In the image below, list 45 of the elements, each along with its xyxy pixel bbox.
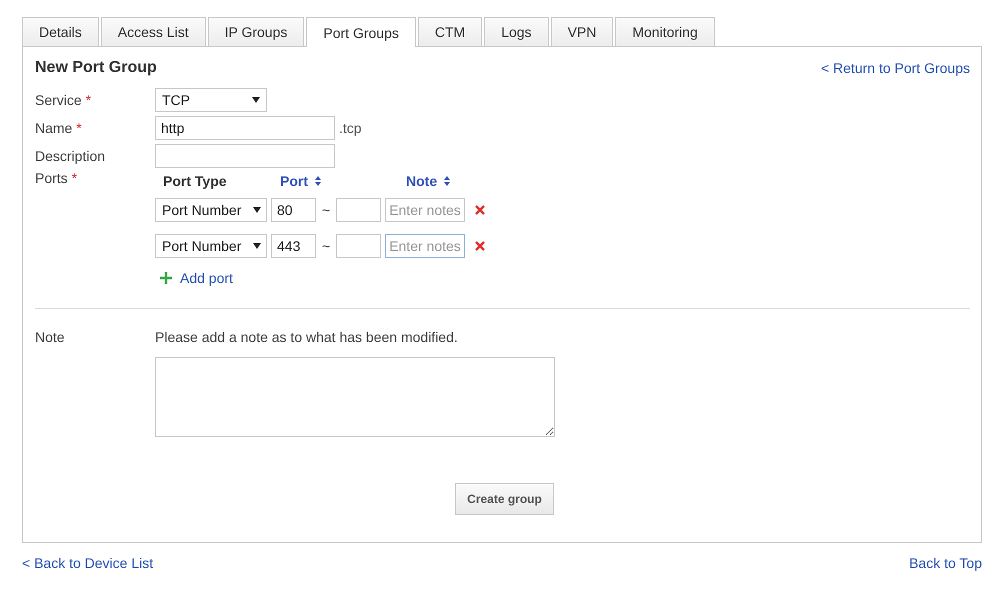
back-link[interactable]: < Back to Device List bbox=[22, 555, 154, 571]
field-label: Name * bbox=[35, 120, 83, 136]
field-label: Description bbox=[35, 148, 106, 164]
tab[interactable]: Logs bbox=[484, 17, 549, 46]
range-separator: ~ bbox=[322, 202, 330, 218]
plus-icon bbox=[160, 272, 172, 284]
tab[interactable]: Details bbox=[22, 17, 99, 46]
tab[interactable]: VPN bbox=[550, 17, 614, 46]
port-end-input[interactable] bbox=[336, 198, 382, 222]
range-separator: ~ bbox=[322, 238, 330, 254]
field-label: Service * bbox=[35, 92, 92, 108]
name-suffix: .tcp bbox=[339, 120, 362, 136]
caret-icon bbox=[253, 207, 261, 213]
remove-icon[interactable] bbox=[475, 205, 486, 215]
port-end-input[interactable] bbox=[336, 234, 382, 258]
column-header[interactable]: Note bbox=[406, 173, 438, 189]
name-input[interactable]: http bbox=[155, 116, 335, 140]
port-input[interactable]: 443 bbox=[271, 234, 316, 258]
note-input[interactable]: Enter notes bbox=[385, 234, 466, 258]
description-input[interactable] bbox=[155, 144, 335, 168]
note-hint: Please add a note as to what has been modified. bbox=[155, 329, 458, 345]
sort-icon[interactable] bbox=[444, 176, 450, 186]
tab[interactable]: Monitoring bbox=[615, 17, 715, 46]
service-select[interactable]: TCP bbox=[155, 88, 267, 112]
port-input[interactable]: 80 bbox=[271, 198, 316, 222]
add-port-link[interactable]: Add port bbox=[155, 266, 486, 290]
field-label: Ports * bbox=[35, 170, 78, 186]
caret-icon bbox=[253, 243, 261, 249]
tab[interactable]: CTM bbox=[418, 17, 482, 46]
back-to-top-link[interactable]: Back to Top bbox=[909, 555, 982, 571]
field-label: Note bbox=[35, 329, 66, 345]
tab[interactable]: Access List bbox=[100, 17, 206, 46]
tab[interactable]: Port Groups bbox=[306, 17, 416, 47]
port-type-select[interactable]: Port Number bbox=[155, 198, 267, 222]
return-link[interactable]: < Return to Port Groups bbox=[820, 60, 970, 76]
remove-icon[interactable] bbox=[475, 241, 486, 251]
note-input[interactable]: Enter notes bbox=[385, 198, 466, 222]
caret-icon bbox=[252, 97, 260, 103]
port-type-select[interactable]: Port Number bbox=[155, 234, 267, 258]
create-group-button[interactable]: Create group bbox=[455, 483, 554, 515]
form-title: New Port Group bbox=[35, 59, 157, 77]
sort-icon[interactable] bbox=[315, 176, 321, 186]
column-header[interactable]: Port bbox=[280, 173, 308, 189]
column-header: Port Type bbox=[163, 173, 227, 189]
tab[interactable]: IP Groups bbox=[208, 17, 304, 46]
